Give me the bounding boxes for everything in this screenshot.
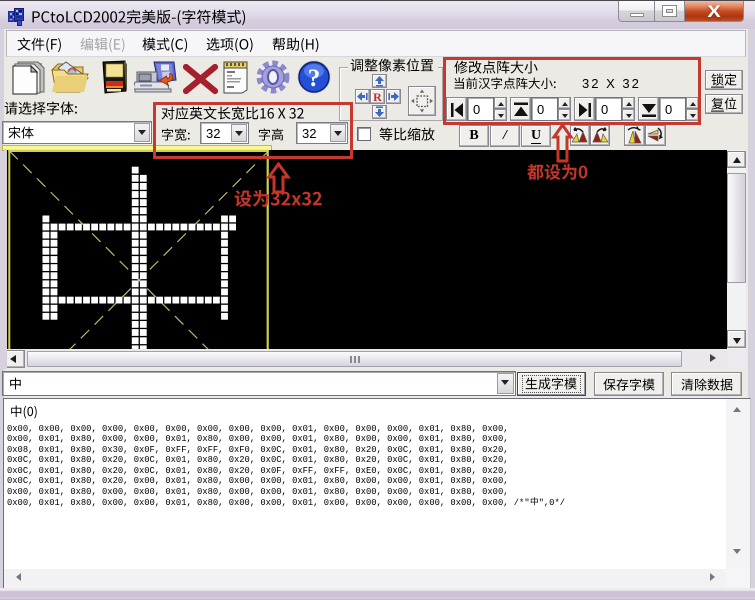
svg-text:?: ? bbox=[308, 65, 321, 92]
